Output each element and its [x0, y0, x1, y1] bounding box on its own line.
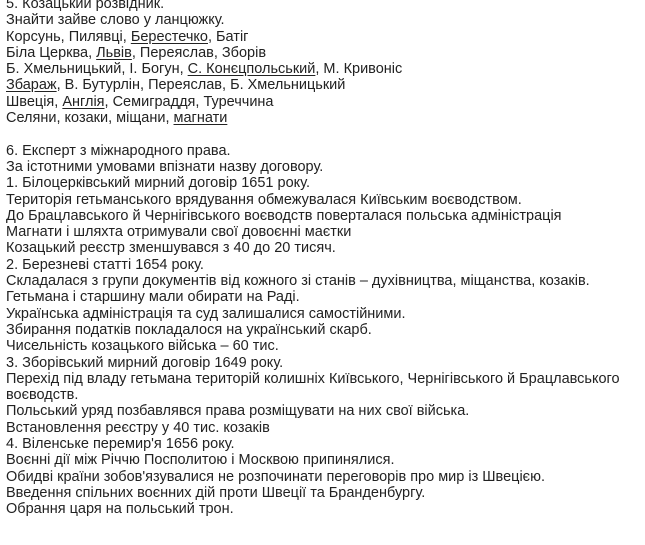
chain-text: , М. Кривоніс	[315, 61, 403, 78]
treaty-condition: Введення спільних воєнних дій проти Швец…	[6, 484, 426, 501]
treaty-condition: Воєнні дії між Річчю Посполитою і Москво…	[6, 452, 395, 469]
odd-word: С. Конєцпольський	[187, 61, 316, 78]
treaty-heading: 4. Віленське перемир'я 1656 року.	[6, 436, 235, 453]
chain-text: Б. Хмельницький, І. Богун,	[6, 61, 188, 78]
section6-task: За істотними умовами впізнати назву дого…	[6, 158, 324, 175]
treaty-condition: Територія гетьманського врядування обмеж…	[6, 191, 522, 208]
chain-text: Біла Церква,	[6, 44, 97, 61]
treaty-heading: 3. Зборівський мирний договір 1649 року.	[6, 354, 284, 371]
odd-word: Берестечко	[130, 28, 208, 45]
treaty-heading: 1. Білоцерківський мирний договір 1651 р…	[6, 175, 310, 192]
treaty-condition: Українська адміністрація та суд залишали…	[6, 305, 406, 322]
chain-text: Селяни, козаки, міщани,	[6, 110, 174, 127]
chain-text: Корсунь, Пилявці,	[6, 28, 131, 45]
treaty-condition: Чисельність козацького війська – 60 тис.	[6, 338, 279, 355]
treaty-condition: Магнати і шляхта отримували свої довоєнн…	[6, 224, 352, 241]
document-body: 5. Козацький розвідник. Знайти зайве сло…	[6, 0, 640, 518]
section6-title: 6. Експерт з міжнародного права.	[6, 142, 231, 159]
chain-row: Корсунь, Пилявці, Берестечко, Батіг	[6, 29, 640, 45]
treaty-condition: Перехід під владу гетьмана територій кол…	[6, 370, 620, 404]
treaty-condition: Козацький реєстр зменшувався з 40 до 20 …	[6, 240, 336, 257]
chain-row: Біла Церква, Львів, Переяслав, Зборів	[6, 45, 640, 61]
section5-title: 5. Козацький розвідник.	[6, 0, 165, 12]
chain-text: , Батіг	[207, 28, 249, 45]
section5-task: Знайти зайве слово у ланцюжку.	[6, 12, 225, 29]
chain-row: Селяни, козаки, міщани, магнати	[6, 110, 640, 126]
chain-row: Б. Хмельницький, І. Богун, С. Конєцпольс…	[6, 61, 640, 77]
chain-text: , В. Бутурлін, Переяслав, Б. Хмельницьки…	[56, 77, 346, 94]
treaty-condition: Встановлення реєстру у 40 тис. козаків	[6, 419, 270, 436]
odd-word: магнати	[173, 110, 228, 127]
chain-row: Збараж, В. Бутурлін, Переяслав, Б. Хмель…	[6, 77, 640, 93]
chain-text: , Семиграддя, Туреччина	[104, 93, 274, 110]
chain-row: Швеція, Англія, Семиграддя, Туреччина	[6, 94, 640, 110]
treaty-condition: Обидві країни зобов'язувалися не розпочи…	[6, 468, 545, 485]
treaty-condition: Збирання податків покладалося на українс…	[6, 321, 372, 338]
treaty-heading: 2. Березневі статті 1654 року.	[6, 256, 204, 273]
treaty-condition: Гетьмана і старшину мали обирати на Раді…	[6, 289, 300, 306]
chain-text: Швеція,	[6, 93, 63, 110]
treaty-condition: До Брацлавського й Чернігівського воєвод…	[6, 207, 562, 224]
odd-word: Збараж	[6, 77, 57, 94]
treaty-condition: Польський уряд позбавлявся права розміщу…	[6, 403, 470, 420]
treaty-condition: Обрання царя на польський трон.	[6, 501, 234, 518]
treaty-condition: Складалася з групи документів від кожног…	[6, 273, 590, 290]
odd-word: Англія	[62, 93, 105, 110]
odd-word: Львів	[96, 44, 132, 61]
chain-text: , Переяслав, Зборів	[131, 44, 267, 61]
